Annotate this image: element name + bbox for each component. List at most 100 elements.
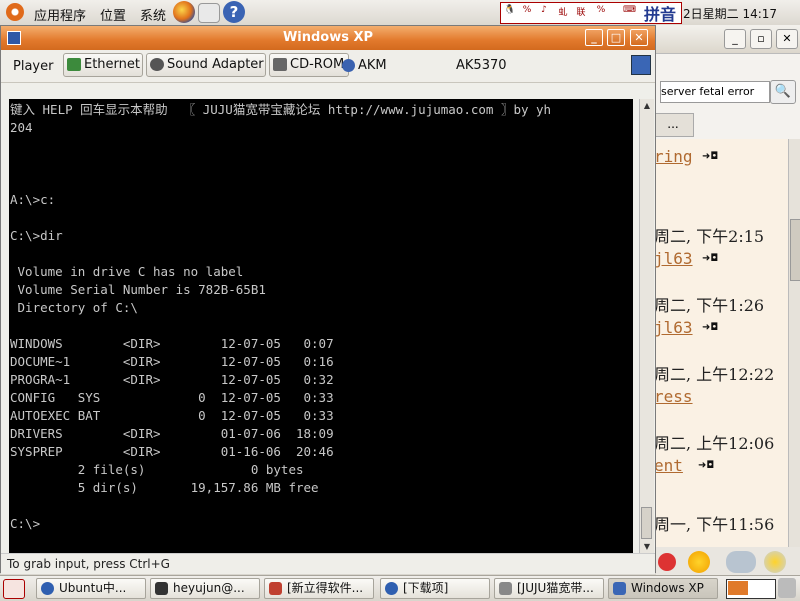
bg-item-link[interactable]: ring <box>654 147 693 166</box>
scroll-up-icon[interactable]: ▲ <box>640 99 654 113</box>
bg-item-date: 周二, 上午12:22 <box>654 365 775 384</box>
vm-status-bar: To grab input, press Ctrl+G <box>1 553 655 574</box>
usb-device-icon <box>342 59 355 72</box>
ak5370-label[interactable]: AK5370 <box>456 58 507 73</box>
show-desktop-icon[interactable] <box>3 579 25 599</box>
console-scrollbar[interactable]: ▲ ▼ <box>639 99 654 554</box>
maximize-button[interactable]: □ <box>607 29 625 46</box>
akm-label: AKM <box>358 58 387 73</box>
fullscreen-icon[interactable] <box>631 55 651 75</box>
bg-item-date: 周一, 下午11:56 <box>654 515 775 534</box>
console-scroll-thumb[interactable] <box>641 507 652 539</box>
bg-tab[interactable]: ... <box>652 113 694 137</box>
active-workspace[interactable] <box>728 581 748 595</box>
player-menu[interactable]: Player <box>13 59 53 74</box>
ethernet-label: Ethernet <box>84 57 140 72</box>
task-terminal[interactable]: heyujun@... <box>150 578 260 599</box>
bg-minimize-button[interactable]: _ <box>724 29 746 49</box>
cdrom-label: CD-ROM <box>290 57 345 72</box>
tray-network-icon[interactable]: 联 <box>575 5 587 19</box>
bg-item-link[interactable]: ress <box>654 387 693 406</box>
tray-percent2-icon[interactable]: % <box>595 5 607 19</box>
sound-adapter-button[interactable]: Sound Adapter <box>146 53 266 77</box>
task-label: Windows XP <box>631 581 704 595</box>
sound-adapter-label: Sound Adapter <box>167 57 264 72</box>
bg-item-arrow-icon[interactable]: ➜◘ <box>698 460 714 471</box>
cdrom-icon <box>273 58 287 71</box>
bg-item-arrow-icon[interactable]: ➜◘ <box>702 253 718 264</box>
task-label: Ubuntu中... <box>59 581 127 595</box>
vmware-player-window: Windows XP _ □ ✕ Player Ethernet Sound A… <box>0 25 656 574</box>
minimize-button[interactable]: _ <box>585 29 603 46</box>
bg-search-icon[interactable]: 🔍 <box>770 80 796 104</box>
package-icon <box>269 582 282 595</box>
input-method-indicator[interactable]: 拼音 <box>644 1 676 25</box>
top-panel: 应用程序 位置 系统 ? 🐧 % ♪ 虬 联 % ⌨ 拼音 2日星期二 14:1… <box>0 0 800 26</box>
bg-item-arrow-icon[interactable]: ➜◘ <box>702 322 718 333</box>
bg-item-date: 周二, 下午1:26 <box>654 296 765 315</box>
bg-scrollbar[interactable] <box>788 139 800 547</box>
bg-content-list: ring ➜◘ 周二, 下午2:15 jl63 ➜◘ 周二, 下午1:26 jl… <box>652 139 788 547</box>
grab-input-hint: To grab input, press Ctrl+G <box>7 557 170 571</box>
scroll-down-icon[interactable]: ▼ <box>640 540 654 554</box>
akm-device[interactable]: AKM <box>342 58 387 73</box>
task-label: [下载项] <box>403 581 449 595</box>
places-menu[interactable]: 位置 <box>100 5 126 24</box>
bottom-taskbar: Ubuntu中... heyujun@... [新立得软件... [下载项] [… <box>0 575 800 601</box>
vm-titlebar[interactable]: Windows XP _ □ ✕ <box>1 26 655 50</box>
panel-clock[interactable]: 2日星期二 14:17 <box>683 5 777 22</box>
terminal-icon <box>155 582 168 595</box>
task-juju-forum[interactable]: [JUJU猫宽带... <box>494 578 604 599</box>
bg-scroll-thumb[interactable] <box>790 219 800 281</box>
task-ubuntu[interactable]: Ubuntu中... <box>36 578 146 599</box>
adblock-icon[interactable] <box>658 553 676 571</box>
partly-cloudy-icon[interactable] <box>764 551 786 573</box>
bg-item-date: 周二, 下午2:15 <box>654 227 765 246</box>
guest-console-screen[interactable]: 键入 HELP 回车显示本帮助 〖 JUJU猫宽带宝藏论坛 http://www… <box>9 99 633 554</box>
task-windows-xp[interactable]: Windows XP <box>608 578 718 599</box>
close-button[interactable]: ✕ <box>630 29 648 46</box>
mail-icon[interactable] <box>198 3 220 23</box>
task-label: [新立得软件... <box>287 581 364 595</box>
trash-icon[interactable] <box>778 578 796 598</box>
task-label: [JUJU猫宽带... <box>517 581 594 595</box>
tray-percent-icon[interactable]: % <box>521 5 533 19</box>
bg-item-arrow-icon[interactable]: ➜◘ <box>702 151 718 162</box>
vm-toolbar: Player Ethernet Sound Adapter CD-ROM AKM… <box>1 50 655 83</box>
ubuntu-logo-icon[interactable] <box>6 3 24 21</box>
bg-maximize-button[interactable]: ▫ <box>750 29 772 49</box>
bg-status-icons <box>656 547 800 577</box>
cdrom-device-button[interactable]: CD-ROM <box>269 53 349 77</box>
sun-weather-icon[interactable] <box>688 551 710 573</box>
bg-item-date: 周二, 上午12:06 <box>654 434 775 453</box>
bg-item-link[interactable]: jl63 <box>654 249 693 268</box>
task-downloads[interactable]: [下载项] <box>380 578 490 599</box>
task-synaptic[interactable]: [新立得软件... <box>264 578 374 599</box>
tray-keyboard-icon[interactable]: ⌨ <box>623 5 636 19</box>
cloud-weather-icon[interactable] <box>726 551 756 573</box>
bg-close-button[interactable]: ✕ <box>776 29 798 49</box>
ethernet-device-button[interactable]: Ethernet <box>63 53 143 77</box>
bg-item-link[interactable]: jl63 <box>654 318 693 337</box>
ethernet-icon <box>67 58 81 71</box>
bg-item-link[interactable]: ent <box>654 456 683 475</box>
tray-music-icon[interactable]: ♪ <box>538 5 550 19</box>
help-icon[interactable]: ? <box>223 1 245 23</box>
sound-icon <box>150 58 164 71</box>
bg-search-input[interactable]: server fetal error <box>660 81 770 103</box>
background-window-titlebar: _ ▫ ✕ <box>652 25 800 54</box>
globe-icon <box>385 582 398 595</box>
background-browser-window: _ ▫ ✕ server fetal error 🔍 ... ring ➜◘ 周… <box>652 25 800 547</box>
applications-menu[interactable]: 应用程序 <box>34 5 86 24</box>
system-menu[interactable]: 系统 <box>140 5 166 24</box>
document-icon <box>499 582 512 595</box>
vm-window-title: Windows XP <box>282 30 374 45</box>
tray-qq-icon[interactable]: 🐧 <box>504 5 516 19</box>
workspace-switcher[interactable] <box>726 579 776 599</box>
vmware-icon <box>613 582 626 595</box>
console-text: 键入 HELP 回车显示本帮助 〖 JUJU猫宽带宝藏论坛 http://www… <box>10 102 552 531</box>
task-label: heyujun@... <box>173 581 245 595</box>
firefox-icon[interactable] <box>173 1 195 23</box>
globe-icon <box>41 582 54 595</box>
tray-app-icon[interactable]: 虬 <box>557 5 569 19</box>
